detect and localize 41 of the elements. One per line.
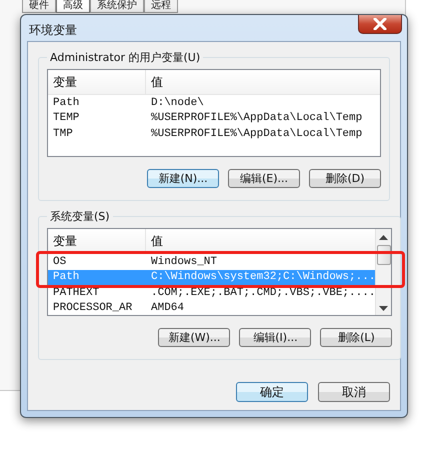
list-row[interactable]: PATHEXT .COM;.EXE;.BAT;.CMD;.VBS;.VBE;.... [48,285,376,300]
column-header[interactable]: 值 [146,229,163,253]
variable-value: C:\Windows\system32;C:\Windows;... [150,271,376,284]
list-row[interactable]: Path D:\node\ [48,95,380,110]
button[interactable]: 删除(D) [309,169,381,188]
group-label: Administrator 的用户变量(U) [49,50,202,65]
tab[interactable]: 硬件 [22,0,56,13]
variable-name: Path [52,96,80,109]
close-button[interactable] [358,15,402,34]
close-icon [373,18,387,30]
variable-value: Windows_NT [150,256,218,268]
variable-name: PROCESSOR_AR [52,302,134,314]
column-header[interactable]: 值 [146,70,163,94]
variable-name: PATHEXT [52,286,100,299]
scrollbar[interactable] [375,229,392,315]
variable-name: TMP [52,128,74,140]
variable-value: AMD64 [150,302,184,314]
variable-value: %USERPROFILE%\AppData\Local\Temp [150,112,362,124]
button[interactable]: 编辑(E)... [228,169,300,188]
button[interactable]: 取消 [318,382,390,402]
button[interactable]: 删除(L) [320,328,392,347]
variable-value: D:\node\ [150,96,204,109]
group-label: 系统变量(S) [49,209,111,224]
button[interactable]: 确定 [236,382,308,402]
window-title: 环境变量 [29,22,77,39]
scroll-down-icon[interactable] [379,306,388,311]
list-row[interactable]: TMP %USERPROFILE%\AppData\Local\Temp [48,126,380,142]
variable-name: TEMP [52,112,80,124]
variable-name: OS [52,256,68,268]
button[interactable]: 编辑(I)... [239,328,312,347]
variable-value: %USERPROFILE%\AppData\Local\Temp [150,128,362,140]
column-header[interactable]: 变量 [48,70,146,94]
scroll-up-icon[interactable] [379,235,388,240]
variable-value: .COM;.EXE;.BAT;.CMD;.VBS;.VBE;.... [150,286,376,299]
button[interactable]: 新建(W)... [158,328,230,347]
list-row[interactable]: TEMP %USERPROFILE%\AppData\Local\Temp [48,110,380,126]
list-row[interactable]: PROCESSOR_AR AMD64 [48,300,376,315]
button[interactable]: 新建(N)... [147,169,219,188]
column-header[interactable]: 变量 [48,229,146,253]
variable-name: Path [52,271,80,284]
tab[interactable]: 远程 [144,0,178,13]
